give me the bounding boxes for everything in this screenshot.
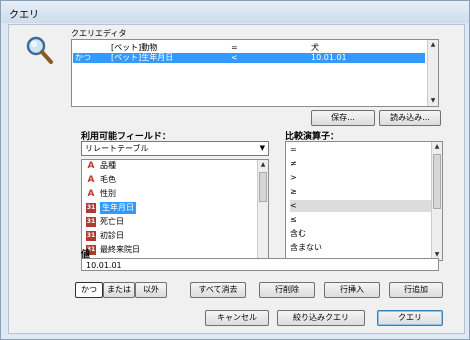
- query-button[interactable]: クエリ: [377, 310, 443, 326]
- text-field-icon: A: [87, 161, 95, 171]
- window-title: クエリ: [9, 10, 39, 21]
- query-row-field: [ペット]動物: [111, 43, 158, 52]
- query-editor-label: クエリエディタ: [71, 29, 127, 38]
- table-select-value: リレートテーブル: [85, 144, 149, 153]
- text-field-icon: A: [87, 189, 95, 199]
- field-item-label: 品種: [100, 161, 116, 170]
- query-row-conjunction: かつ: [75, 53, 91, 62]
- title-bar: クエリ: [1, 1, 469, 23]
- insert-row-button[interactable]: 行挿入: [324, 282, 380, 298]
- table-select[interactable]: リレートテーブル ▼: [81, 141, 269, 156]
- query-row-value: 犬: [311, 43, 319, 52]
- scroll-thumb[interactable]: [433, 154, 441, 209]
- date-field-icon: 31: [86, 203, 96, 213]
- query-window: クエリ クエリエディタ [ペット]動物 = 犬 かつ [ペット]生年月日 < 1…: [0, 0, 470, 340]
- field-list[interactable]: A 品種 A 毛色 A 性別 31 生年月日 31 死亡日 31 初診日 31 …: [81, 159, 269, 271]
- field-item-label: 生年月日: [100, 202, 136, 214]
- save-button[interactable]: 保存...: [311, 110, 375, 126]
- query-row-operator: <: [231, 53, 238, 62]
- operator-list[interactable]: = ≠ > ≥ < ≤ 含む 含まない ▲ ▼: [285, 141, 443, 261]
- and-toggle[interactable]: かつ: [75, 282, 103, 298]
- load-button[interactable]: 読み込み...: [379, 110, 441, 126]
- field-item-label: 性別: [100, 189, 116, 198]
- field-item-label: 死亡日: [100, 217, 124, 226]
- dialog-body: クエリエディタ [ペット]動物 = 犬 かつ [ペット]生年月日 < 10.01…: [8, 24, 465, 334]
- magnifier-icon: [26, 36, 53, 64]
- query-row-value: 10.01.01: [311, 53, 347, 62]
- query-row[interactable]: [ペット]動物 = 犬: [73, 43, 425, 53]
- query-row-operator: =: [231, 43, 238, 52]
- value-input[interactable]: 10.01.01: [81, 258, 439, 271]
- scroll-up-icon[interactable]: ▲: [429, 41, 437, 49]
- query-editor-scrollbar[interactable]: ▲ ▼: [427, 40, 438, 106]
- not-toggle[interactable]: 以外: [135, 282, 167, 298]
- scroll-down-icon[interactable]: ▼: [429, 97, 437, 105]
- date-field-icon: 31: [86, 217, 96, 227]
- date-field-icon: 31: [86, 231, 96, 241]
- field-item-label: 最終来院日: [100, 245, 140, 254]
- delete-row-button[interactable]: 行削除: [259, 282, 315, 298]
- operator-item[interactable]: ≤: [290, 214, 435, 226]
- field-item-label: 毛色: [100, 175, 116, 184]
- narrow-query-button[interactable]: 絞り込みクエリ: [277, 310, 365, 326]
- operator-item-selected[interactable]: <: [290, 200, 435, 212]
- query-row-field: [ペット]生年月日: [111, 53, 174, 62]
- query-editor-list[interactable]: [ペット]動物 = 犬 かつ [ペット]生年月日 < 10.01.01 ▲ ▼: [71, 39, 439, 107]
- scroll-up-icon[interactable]: ▲: [433, 143, 441, 151]
- operator-item[interactable]: 含まない: [290, 242, 435, 254]
- or-toggle[interactable]: または: [103, 282, 135, 298]
- scroll-thumb[interactable]: [259, 172, 267, 202]
- chevron-down-icon: ▼: [259, 144, 265, 152]
- scroll-up-icon[interactable]: ▲: [259, 161, 267, 169]
- operator-item[interactable]: ≥: [290, 186, 435, 198]
- field-item-label: 初診日: [100, 231, 124, 240]
- operator-item[interactable]: ≠: [290, 158, 435, 170]
- operator-list-scrollbar[interactable]: ▲ ▼: [431, 142, 442, 260]
- text-field-icon: A: [87, 175, 95, 185]
- add-row-button[interactable]: 行追加: [389, 282, 443, 298]
- operator-item[interactable]: 含む: [290, 228, 435, 240]
- field-list-scrollbar[interactable]: ▲ ▼: [257, 160, 268, 270]
- operator-item[interactable]: =: [290, 144, 435, 156]
- clear-all-button[interactable]: すべて消去: [190, 282, 246, 298]
- cancel-button[interactable]: キャンセル: [205, 310, 269, 326]
- operator-item[interactable]: >: [290, 172, 435, 184]
- query-row-selected[interactable]: かつ [ペット]生年月日 < 10.01.01: [73, 53, 425, 63]
